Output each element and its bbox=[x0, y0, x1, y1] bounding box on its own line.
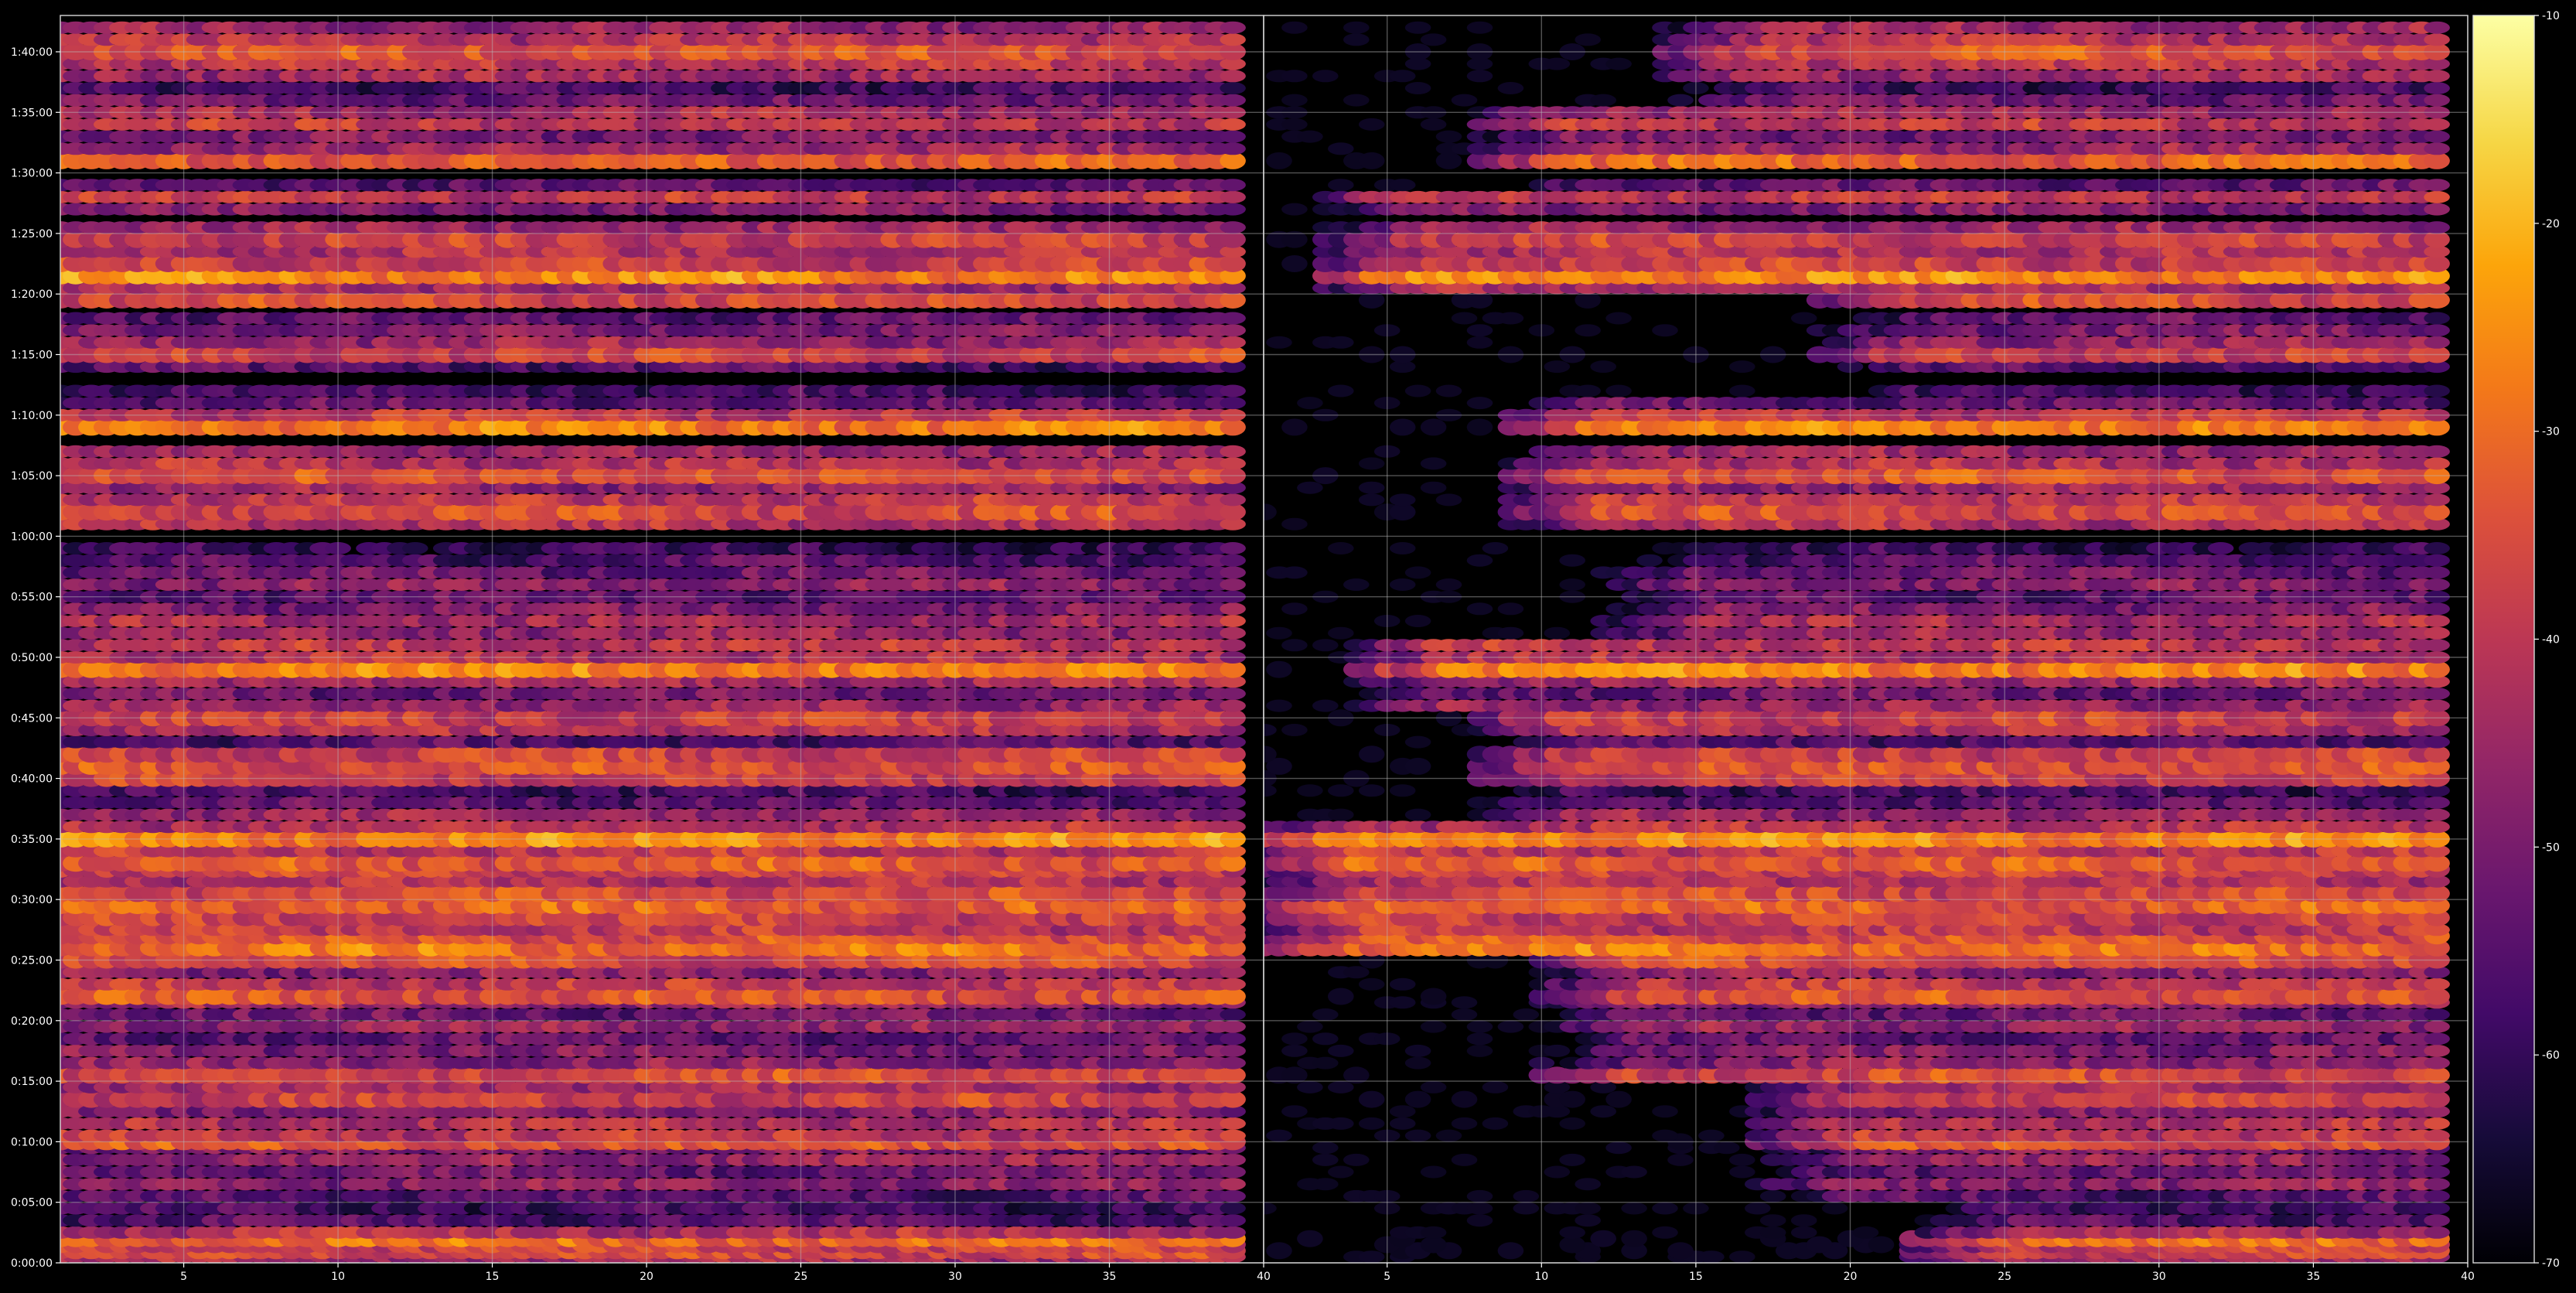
cell-mark bbox=[1220, 566, 1246, 579]
cell-mark bbox=[1220, 820, 1246, 834]
cell-mark bbox=[1220, 808, 1246, 821]
cell-mark bbox=[1220, 699, 1246, 712]
cell-mark bbox=[1220, 1202, 1246, 1215]
cell-mark bbox=[1220, 615, 1246, 627]
cell-mark bbox=[1220, 1032, 1246, 1046]
cell-mark bbox=[402, 542, 428, 554]
cell-mark bbox=[1220, 1117, 1246, 1130]
cell-mark bbox=[1220, 1189, 1246, 1203]
cell-mark bbox=[1220, 1214, 1246, 1227]
cell-mark bbox=[1220, 1056, 1246, 1070]
cell-mark bbox=[1220, 1178, 1246, 1191]
cell-mark bbox=[1220, 1129, 1246, 1142]
cell-mark bbox=[1220, 626, 1246, 640]
cell-mark bbox=[1220, 639, 1246, 652]
cell-mark bbox=[1220, 602, 1246, 616]
cell-mark bbox=[1220, 1153, 1246, 1166]
cell-mark bbox=[1220, 542, 1246, 554]
cell-mark bbox=[1220, 977, 1246, 991]
cell-mark bbox=[1220, 1044, 1246, 1057]
spectrogram-figure: 0:00:000:05:000:10:000:15:000:20:000:25:… bbox=[0, 0, 2576, 1293]
cell-mark bbox=[1220, 1165, 1246, 1179]
cell-mark bbox=[1220, 687, 1246, 700]
cell-mark bbox=[1220, 554, 1246, 567]
cell-mark bbox=[1220, 796, 1246, 809]
cell-mark bbox=[1220, 735, 1246, 749]
cell-mark bbox=[1220, 1008, 1246, 1021]
cell-mark bbox=[1220, 578, 1246, 591]
cell-mark bbox=[1220, 1226, 1246, 1239]
cell-mark bbox=[1220, 1020, 1246, 1033]
